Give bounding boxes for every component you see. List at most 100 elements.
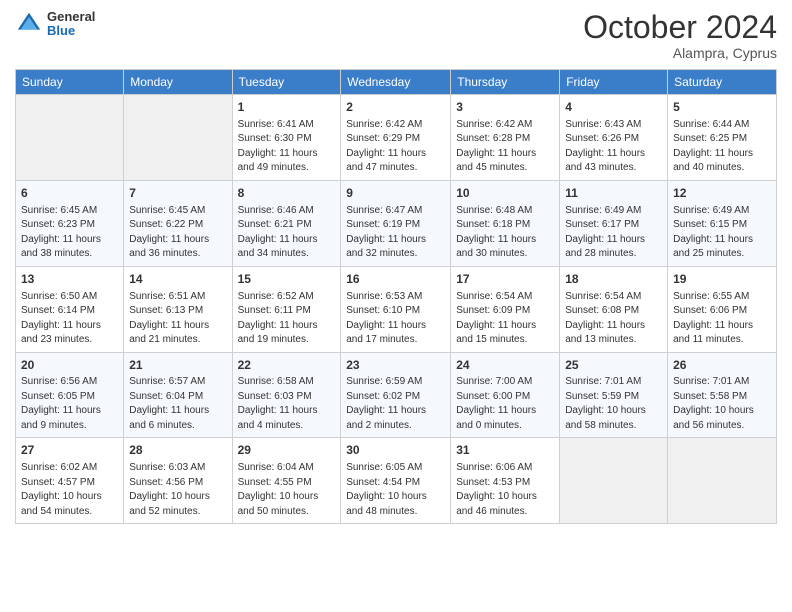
cell-day-number: 30 xyxy=(346,442,445,459)
table-row: 17 Sunrise: 6:54 AMSunset: 6:09 PMDayligh… xyxy=(451,266,560,352)
cell-info: Sunrise: 6:44 AMSunset: 6:25 PMDaylight:… xyxy=(673,118,771,176)
cell-day-number: 8 xyxy=(238,185,336,202)
calendar-week-row: 20Sunrise: 6:56 AMSunset: 6:05 PMDayligh… xyxy=(16,352,777,438)
table-row: 11Sunrise: 6:49 AMSunset: 6:17 PMDayligh… xyxy=(560,180,668,266)
table-row: 8 Sunrise: 6:46 AMSunset: 6:21 PMDaylight… xyxy=(232,180,341,266)
cell-info: Sunrise: 6:50 AMSunset: 6:14 PMDaylight:… xyxy=(21,290,118,348)
logo-blue: Blue xyxy=(47,24,95,38)
cell-day-number: 16 xyxy=(346,271,445,288)
cell-day-number: 2 xyxy=(346,99,445,116)
table-row: 21Sunrise: 6:57 AMSunset: 6:04 PMDayligh… xyxy=(124,352,232,438)
col-thursday: Thursday xyxy=(451,70,560,95)
cell-info: Sunrise: 6:54 AMSunset: 6:08 PMDaylight:… xyxy=(565,290,662,348)
cell-day-number: 13 xyxy=(21,271,118,288)
cell-info: Sunrise: 6:49 AMSunset: 6:15 PMDaylight:… xyxy=(673,204,771,262)
cell-info: Sunrise: 6:43 AMSunset: 6:26 PMDaylight:… xyxy=(565,118,662,176)
cell-info: Sunrise: 6:02 AMSunset: 4:57 PMDaylight:… xyxy=(21,461,118,519)
table-row: 7Sunrise: 6:45 AMSunset: 6:22 PMDaylight… xyxy=(124,180,232,266)
cell-day-number: 26 xyxy=(673,357,771,374)
cell-info: Sunrise: 6:46 AMSunset: 6:21 PMDaylight:… xyxy=(238,204,336,262)
col-saturday: Saturday xyxy=(668,70,777,95)
table-row: 27 Sunrise: 6:02 AMSunset: 4:57 PMDayligh… xyxy=(16,438,124,524)
table-row: 3 Sunrise: 6:42 AMSunset: 6:28 PMDaylight… xyxy=(451,95,560,181)
calendar-table: Sunday Monday Tuesday Wednesday Thursday… xyxy=(15,69,777,524)
calendar-body: 1 Sunrise: 6:41 AMSunset: 6:30 PMDaylight… xyxy=(16,95,777,524)
cell-info: Sunrise: 6:55 AMSunset: 6:06 PMDaylight:… xyxy=(673,290,771,348)
table-row: 16 Sunrise: 6:53 AMSunset: 6:10 PMDayligh… xyxy=(341,266,451,352)
cell-info: Sunrise: 6:58 AMSunset: 6:03 PMDaylight:… xyxy=(238,375,336,433)
col-sunday: Sunday xyxy=(16,70,124,95)
logo-icon xyxy=(15,10,43,38)
table-row xyxy=(668,438,777,524)
table-row: 13 Sunrise: 6:50 AMSunset: 6:14 PMDayligh… xyxy=(16,266,124,352)
cell-info: Sunrise: 6:52 AMSunset: 6:11 PMDaylight:… xyxy=(238,290,336,348)
cell-info: Sunrise: 6:57 AMSunset: 6:04 PMDaylight:… xyxy=(129,375,226,433)
cell-day-number: 17 xyxy=(456,271,554,288)
cell-info: Sunrise: 6:48 AMSunset: 6:18 PMDaylight:… xyxy=(456,204,554,262)
table-row: 15 Sunrise: 6:52 AMSunset: 6:11 PMDayligh… xyxy=(232,266,341,352)
table-row: 14 Sunrise: 6:51 AMSunset: 6:13 PMDayligh… xyxy=(124,266,232,352)
calendar-header: Sunday Monday Tuesday Wednesday Thursday… xyxy=(16,70,777,95)
cell-day-number: 29 xyxy=(238,442,336,459)
cell-day-number: 5 xyxy=(673,99,771,116)
cell-info: Sunrise: 7:01 AMSunset: 5:58 PMDaylight:… xyxy=(673,375,771,433)
cell-day-number: 23 xyxy=(346,357,445,374)
cell-day-number: 28 xyxy=(129,442,226,459)
calendar-week-row: 27 Sunrise: 6:02 AMSunset: 4:57 PMDayligh… xyxy=(16,438,777,524)
table-row: 2 Sunrise: 6:42 AMSunset: 6:29 PMDaylight… xyxy=(341,95,451,181)
cell-day-number: 19 xyxy=(673,271,771,288)
cell-day-number: 4 xyxy=(565,99,662,116)
cell-info: Sunrise: 6:45 AMSunset: 6:23 PMDaylight:… xyxy=(21,204,118,262)
table-row: 29 Sunrise: 6:04 AMSunset: 4:55 PMDayligh… xyxy=(232,438,341,524)
cell-info: Sunrise: 6:47 AMSunset: 6:19 PMDaylight:… xyxy=(346,204,445,262)
cell-info: Sunrise: 6:53 AMSunset: 6:10 PMDaylight:… xyxy=(346,290,445,348)
table-row: 1 Sunrise: 6:41 AMSunset: 6:30 PMDaylight… xyxy=(232,95,341,181)
col-monday: Monday xyxy=(124,70,232,95)
col-tuesday: Tuesday xyxy=(232,70,341,95)
cell-day-number: 24 xyxy=(456,357,554,374)
cell-info: Sunrise: 6:41 AMSunset: 6:30 PMDaylight:… xyxy=(238,118,336,176)
cell-day-number: 22 xyxy=(238,357,336,374)
cell-info: Sunrise: 6:03 AMSunset: 4:56 PMDaylight:… xyxy=(129,461,226,519)
table-row: 12 Sunrise: 6:49 AMSunset: 6:15 PMDayligh… xyxy=(668,180,777,266)
calendar-week-row: 13 Sunrise: 6:50 AMSunset: 6:14 PMDayligh… xyxy=(16,266,777,352)
cell-info: Sunrise: 7:00 AMSunset: 6:00 PMDaylight:… xyxy=(456,375,554,433)
cell-info: Sunrise: 6:04 AMSunset: 4:55 PMDaylight:… xyxy=(238,461,336,519)
table-row: 4 Sunrise: 6:43 AMSunset: 6:26 PMDaylight… xyxy=(560,95,668,181)
header-row: Sunday Monday Tuesday Wednesday Thursday… xyxy=(16,70,777,95)
table-row: 31Sunrise: 6:06 AMSunset: 4:53 PMDayligh… xyxy=(451,438,560,524)
cell-info: Sunrise: 6:42 AMSunset: 6:28 PMDaylight:… xyxy=(456,118,554,176)
logo-text: General Blue xyxy=(47,10,95,39)
month-title: October 2024 xyxy=(583,10,777,45)
cell-day-number: 15 xyxy=(238,271,336,288)
table-row: 18Sunrise: 6:54 AMSunset: 6:08 PMDayligh… xyxy=(560,266,668,352)
cell-day-number: 6 xyxy=(21,185,118,202)
cell-day-number: 9 xyxy=(346,185,445,202)
table-row: 23Sunrise: 6:59 AMSunset: 6:02 PMDayligh… xyxy=(341,352,451,438)
cell-day-number: 10 xyxy=(456,185,554,202)
cell-info: Sunrise: 6:54 AMSunset: 6:09 PMDaylight:… xyxy=(456,290,554,348)
cell-info: Sunrise: 6:05 AMSunset: 4:54 PMDaylight:… xyxy=(346,461,445,519)
table-row: 25Sunrise: 7:01 AMSunset: 5:59 PMDayligh… xyxy=(560,352,668,438)
cell-day-number: 14 xyxy=(129,271,226,288)
cell-day-number: 20 xyxy=(21,357,118,374)
cell-day-number: 12 xyxy=(673,185,771,202)
header: General Blue October 2024 Alampra, Cypru… xyxy=(15,10,777,61)
cell-day-number: 27 xyxy=(21,442,118,459)
cell-day-number: 1 xyxy=(238,99,336,116)
cell-info: Sunrise: 6:45 AMSunset: 6:22 PMDaylight:… xyxy=(129,204,226,262)
calendar-week-row: 6 Sunrise: 6:45 AMSunset: 6:23 PMDaylight… xyxy=(16,180,777,266)
logo: General Blue xyxy=(15,10,95,39)
cell-info: Sunrise: 6:49 AMSunset: 6:17 PMDaylight:… xyxy=(565,204,662,262)
table-row xyxy=(16,95,124,181)
cell-info: Sunrise: 6:42 AMSunset: 6:29 PMDaylight:… xyxy=(346,118,445,176)
table-row: 6 Sunrise: 6:45 AMSunset: 6:23 PMDaylight… xyxy=(16,180,124,266)
cell-day-number: 3 xyxy=(456,99,554,116)
cell-day-number: 21 xyxy=(129,357,226,374)
cell-info: Sunrise: 6:51 AMSunset: 6:13 PMDaylight:… xyxy=(129,290,226,348)
cell-info: Sunrise: 6:56 AMSunset: 6:05 PMDaylight:… xyxy=(21,375,118,433)
table-row xyxy=(124,95,232,181)
col-wednesday: Wednesday xyxy=(341,70,451,95)
cell-info: Sunrise: 7:01 AMSunset: 5:59 PMDaylight:… xyxy=(565,375,662,433)
table-row: 26Sunrise: 7:01 AMSunset: 5:58 PMDayligh… xyxy=(668,352,777,438)
